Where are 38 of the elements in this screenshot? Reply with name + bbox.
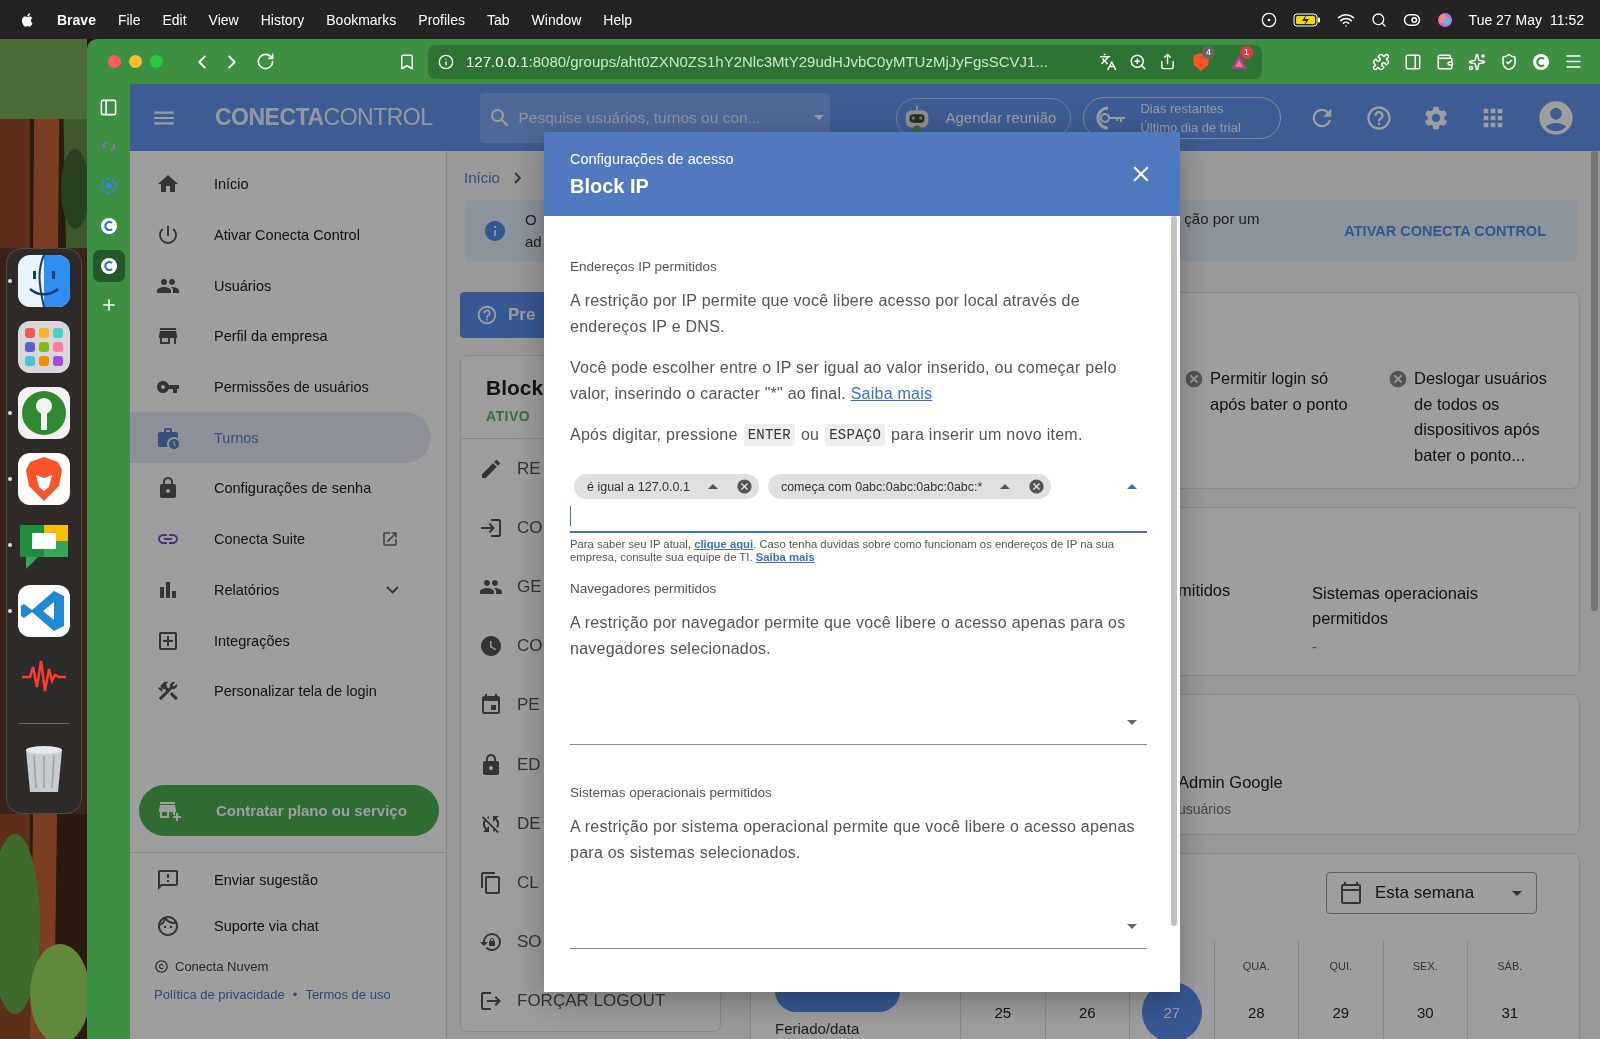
section-label: Sistemas operacionais permitidos — [570, 785, 772, 800]
count-badge: 4 — [1202, 45, 1215, 59]
setting-text: Deslogar usuários de todos os dispositivos após bater o ponto... — [1414, 368, 1548, 466]
admin-subtitle: usuários — [1178, 801, 1231, 817]
setting-text: Permitir login só após bater o ponto — [1210, 368, 1349, 415]
company-name: Conecta Nuvem — [175, 958, 269, 974]
description-text: A restrição por IP permite que você libere acesso por local através de endereços IP e DNS. — [570, 291, 1081, 337]
column-label: mitidos — [1178, 581, 1232, 601]
hint-text: Após digitar, pressione — [570, 425, 738, 445]
row-label: Feriado/data — [775, 1020, 861, 1037]
helper-text: Para saber seu IP atual, clique aqui. Caso tenha duvidas sobre como funcionam os endereços de IP na sua empresa, consulte sua equipe de TI. Saiba mais — [570, 538, 1116, 564]
count-badge: 1 — [1240, 45, 1253, 59]
description-text: A restrição por sistema operacional permite que você libere o acesso apenas para os sistemas selecionados. — [570, 817, 1136, 863]
weekday-label: QUA. — [1242, 959, 1270, 974]
status-label: ATIVO — [486, 408, 531, 424]
key-label: ENTER — [743, 424, 795, 446]
trial-title: Dias restantes — [1140, 100, 1225, 116]
column-value: - — [1312, 639, 1317, 655]
alert-text: O ad — [525, 209, 542, 252]
column-label: Sistemas operacionais permitidos — [1312, 583, 1479, 629]
note-text: Você pode escolher entre o IP ser igual ao valor inserido, ou começar pelo valor, inserindo o caracter "*" ao final. Saiba mais — [570, 358, 1118, 404]
description-text: A restrição por navegador permite que você libere o acesso apenas para os navegadores selecionados. — [570, 613, 1127, 659]
dialog-title: Block IP — [570, 174, 649, 198]
admin-title: Admin Google — [1178, 772, 1283, 793]
dialog-subtitle: Configurações de acesso — [570, 150, 734, 167]
separator-dot: • — [292, 986, 298, 1002]
alert-text: ção por um — [1184, 210, 1261, 227]
trial-subtitle: Último dia de trial — [1140, 119, 1241, 135]
group-title: Block — [486, 376, 544, 400]
logo: CONECTACONTROL — [215, 104, 433, 131]
hint-text: ou — [800, 425, 820, 445]
weekday-label: SEX. — [1412, 959, 1438, 974]
weekday-label: QUI. — [1329, 959, 1353, 974]
key-label: ESPAÇO — [825, 424, 886, 446]
section-label: Endereços IP permitidos — [570, 259, 717, 274]
weekday-label: SÁB. — [1497, 959, 1523, 974]
hint-text: para inserir um novo item. — [891, 425, 1083, 445]
section-label: Navegadores permitidos — [570, 581, 717, 596]
